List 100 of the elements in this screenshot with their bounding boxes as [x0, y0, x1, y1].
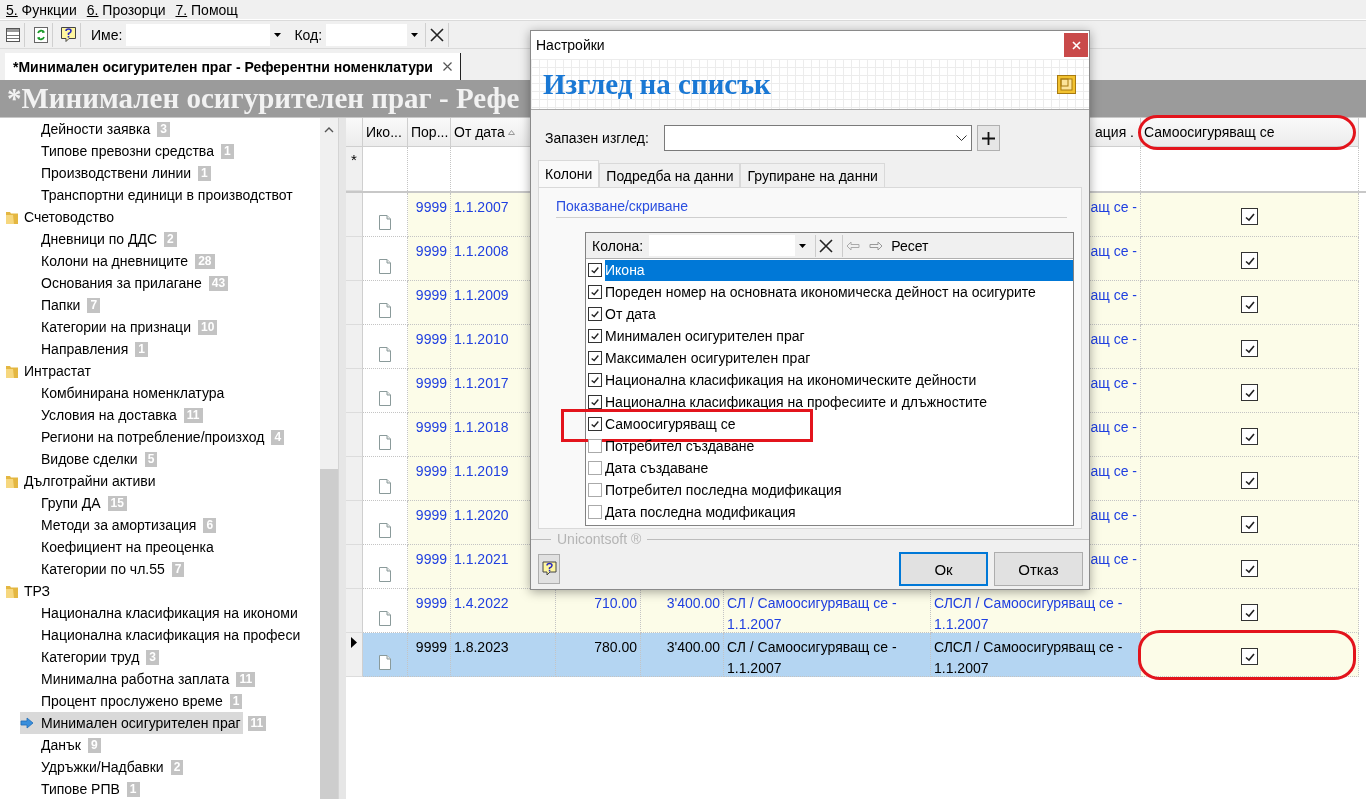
close-button[interactable]: [1064, 33, 1088, 57]
checkbox[interactable]: [588, 505, 602, 519]
checkbox[interactable]: [588, 263, 602, 277]
column-header[interactable]: Пор...: [408, 118, 451, 147]
checkbox[interactable]: [588, 395, 602, 409]
tree-folder[interactable]: Интрастат: [24, 363, 91, 379]
checkbox[interactable]: [588, 417, 602, 431]
column-header[interactable]: Самоосигуряващ се: [1141, 118, 1359, 147]
tree-item[interactable]: Дейности заявка: [20, 118, 153, 140]
checkbox[interactable]: [1241, 296, 1258, 313]
tree-item[interactable]: Минимален осигурителен праг: [20, 712, 243, 734]
document-icon: [379, 303, 391, 318]
tree-item[interactable]: Производствени линии: [20, 162, 194, 184]
list-item[interactable]: Икона: [605, 259, 1073, 281]
tree-item[interactable]: Условия на доставка: [20, 404, 179, 426]
count-badge: 28: [195, 253, 215, 269]
tree-item[interactable]: Транспортни единици в производствот: [20, 184, 295, 206]
close-icon[interactable]: [442, 62, 452, 71]
tree-item[interactable]: Национална класификация на професи: [20, 624, 303, 646]
menu-item[interactable]: 6. Прозорци: [81, 1, 171, 18]
tree-item[interactable]: Типове РПВ: [20, 778, 122, 799]
checkbox[interactable]: [1241, 208, 1258, 225]
checkbox[interactable]: [1241, 384, 1258, 401]
checkbox[interactable]: [1241, 340, 1258, 357]
checkbox[interactable]: [588, 285, 602, 299]
saved-view-combo[interactable]: [664, 125, 972, 151]
refresh-icon: [32, 25, 49, 44]
document-tab[interactable]: *Минимален осигурителен праг - Референтни номенклатури: [5, 53, 461, 80]
current-row-icon: [351, 637, 357, 648]
checkbox[interactable]: [1241, 648, 1258, 665]
checkbox[interactable]: [588, 483, 602, 497]
menu-item[interactable]: 7. Помощ: [170, 1, 243, 18]
checkbox[interactable]: [1241, 252, 1258, 269]
column-header[interactable]: Ико...: [363, 118, 408, 147]
tree-item[interactable]: Дневници по ДДС: [20, 228, 160, 250]
tab[interactable]: Групиране на данни: [740, 163, 885, 187]
table-cell: 9999: [408, 413, 451, 457]
tree-item[interactable]: Категории труд: [20, 646, 142, 668]
tree-item[interactable]: Региони на потребление/произход: [20, 426, 267, 448]
check-icon: [590, 331, 600, 341]
row-header[interactable]: [346, 633, 363, 677]
table-cell: 9999: [408, 545, 451, 589]
group-title: Показване/скриване: [556, 198, 1067, 218]
checkbox[interactable]: [588, 307, 602, 321]
tree-item[interactable]: Минимална работна заплата: [20, 668, 232, 690]
clear-button[interactable]: [425, 22, 450, 47]
tree-item[interactable]: Комбинирана номенклатура: [20, 382, 227, 404]
checkbox[interactable]: [1241, 428, 1258, 445]
count-badge: 11: [236, 671, 256, 687]
tree-item[interactable]: Категории на признаци: [20, 316, 193, 338]
document-icon: [379, 655, 391, 670]
help-button[interactable]: [538, 554, 560, 584]
tree-item[interactable]: Папки: [20, 294, 83, 316]
folder-icon: [5, 473, 19, 489]
checkbox[interactable]: [588, 351, 602, 365]
table-cell: 780.00: [556, 633, 641, 677]
tree-item[interactable]: Данък: [20, 734, 83, 756]
tree-item[interactable]: Методи за амортизация: [20, 514, 199, 536]
tree-item[interactable]: Национална класификация на икономи: [20, 602, 300, 624]
count-badge: 3: [157, 121, 170, 137]
scrollbar[interactable]: [320, 118, 338, 799]
tree-item[interactable]: Основания за прилагане: [20, 272, 204, 294]
add-button[interactable]: [977, 125, 1000, 151]
tree-item[interactable]: Направления: [20, 338, 131, 360]
tree-item[interactable]: Удръжки/Надбавки: [20, 756, 166, 778]
menu-item[interactable]: 5. Функции: [1, 1, 82, 18]
tab[interactable]: Колони: [538, 160, 600, 187]
document-icon: [379, 347, 391, 362]
tree-item[interactable]: Типове превозни средства: [20, 140, 216, 162]
check-icon: [590, 397, 600, 407]
checkbox[interactable]: [1241, 560, 1258, 577]
dialog-button[interactable]: Отказ: [994, 552, 1083, 586]
count-badge: 10: [197, 319, 218, 335]
scrollbar-thumb[interactable]: [320, 469, 338, 799]
tree-item[interactable]: Колони на дневниците: [20, 250, 191, 272]
tab[interactable]: Подредба на данни: [599, 163, 741, 187]
document-icon: [379, 479, 391, 494]
tree-folder[interactable]: Счетоводство: [24, 209, 114, 225]
tree-folder[interactable]: ТРЗ: [24, 583, 51, 599]
checkbox[interactable]: [588, 461, 602, 475]
folder-icon: [5, 583, 19, 599]
window-icon: [1056, 73, 1077, 95]
checkbox[interactable]: [1241, 604, 1258, 621]
count-badge: 11: [247, 715, 267, 731]
checkbox[interactable]: [588, 329, 602, 343]
tree-item[interactable]: Категории по чл.55: [20, 558, 167, 580]
reset-button[interactable]: Ресет: [889, 237, 931, 254]
tree-item[interactable]: Видове сделки: [20, 448, 140, 470]
table-cell: 9999: [408, 237, 451, 281]
checkbox[interactable]: [1241, 516, 1258, 533]
tree-folder[interactable]: Дълготрайни активи: [24, 473, 156, 489]
checkbox[interactable]: [588, 439, 602, 453]
checkbox[interactable]: [588, 373, 602, 387]
tree-item[interactable]: Групи ДА: [20, 492, 103, 514]
dialog-button[interactable]: Ок: [899, 552, 988, 586]
caret-icon: [798, 243, 806, 248]
checkbox[interactable]: [1241, 472, 1258, 489]
tree-item[interactable]: Коефициент на преоценка: [20, 536, 216, 558]
tree-item[interactable]: Процент прослужено време: [20, 690, 225, 712]
chevron-down-icon: [956, 134, 967, 142]
